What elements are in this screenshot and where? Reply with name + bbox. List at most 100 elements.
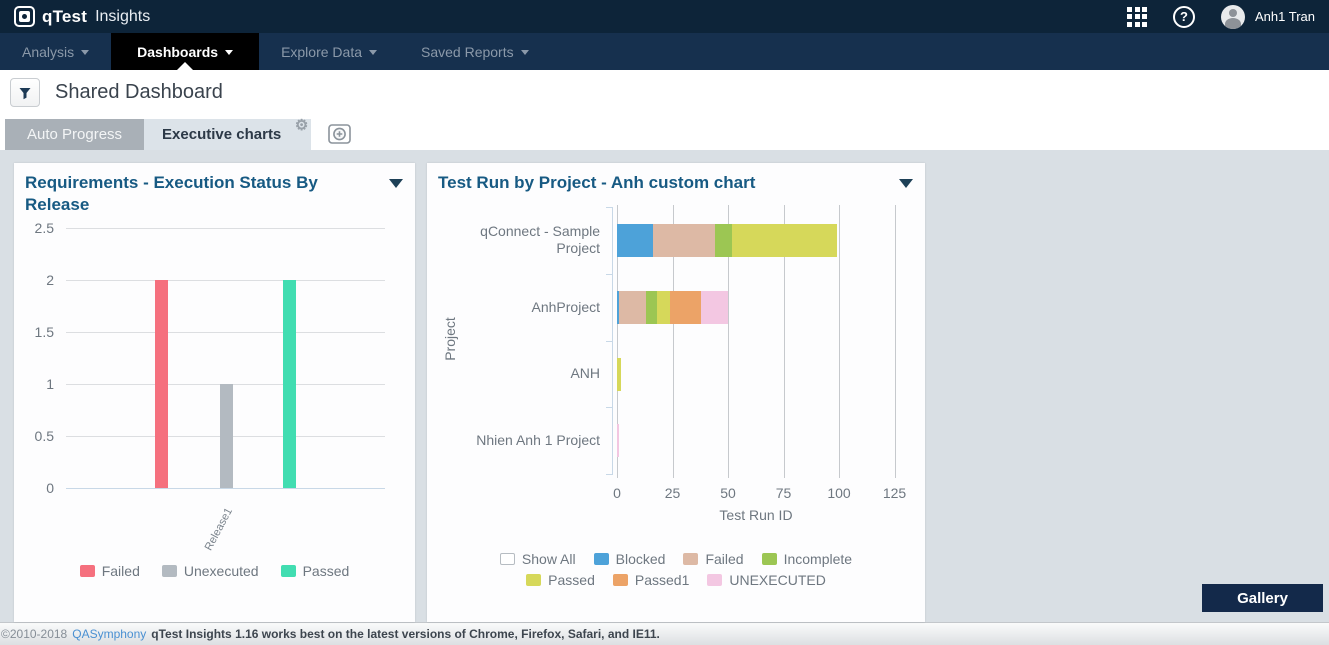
legend-swatch-icon	[707, 574, 722, 586]
user-menu[interactable]	[1221, 5, 1245, 29]
gridline	[66, 280, 385, 281]
y-tick-label: 0.5	[14, 428, 54, 444]
legend-item-passed[interactable]: Passed	[281, 563, 350, 579]
category-label: AnhProject	[435, 274, 600, 341]
x-tick-label: 125	[875, 485, 915, 501]
legend-label: UNEXECUTED	[729, 572, 825, 588]
gear-icon[interactable]: ⚙	[295, 116, 308, 134]
legend-item-unexecuted[interactable]: UNEXECUTED	[707, 572, 825, 588]
legend-label: Incomplete	[784, 551, 852, 567]
y-tick-label: 0	[14, 480, 54, 496]
legend-item-passed1[interactable]: Passed1	[613, 572, 689, 588]
y-tick-label: 1	[14, 376, 54, 392]
x-tick-label: 0	[597, 485, 637, 501]
copyright-text: ©2010-2018	[1, 627, 67, 641]
qasymphony-link[interactable]: QASymphony	[72, 627, 146, 641]
x-axis-title: Test Run ID	[617, 507, 895, 523]
qtest-logo-icon[interactable]	[14, 6, 35, 27]
bar-segment-unexecuted[interactable]	[617, 424, 619, 457]
gridline	[895, 205, 896, 478]
legend-swatch-icon	[762, 553, 777, 565]
legend-item-show-all[interactable]: Show All	[500, 551, 576, 567]
widget-menu-icon[interactable]	[389, 179, 403, 188]
axis-tick	[606, 407, 612, 408]
chevron-down-icon	[369, 50, 377, 55]
legend-label: Passed	[303, 563, 350, 579]
chevron-down-icon	[81, 50, 89, 55]
legend-item-incomplete[interactable]: Incomplete	[762, 551, 852, 567]
help-icon[interactable]: ?	[1173, 6, 1195, 28]
bar-segment-blocked[interactable]	[617, 224, 653, 257]
gridline	[66, 488, 385, 489]
tab-auto-progress[interactable]: Auto Progress	[5, 119, 144, 150]
dashboard-canvas: Requirements - Execution Status By Relea…	[0, 150, 1329, 622]
x-category-label: Release1	[203, 506, 235, 553]
x-tick-label: 25	[653, 485, 693, 501]
category-label: Nhien Anh 1 Project	[435, 407, 600, 474]
legend-label: Blocked	[616, 551, 666, 567]
legend-item-blocked[interactable]: Blocked	[594, 551, 666, 567]
bar-segment-failed[interactable]	[653, 224, 715, 257]
legend-item-failed[interactable]: Failed	[683, 551, 743, 567]
legend-item-unexecuted[interactable]: Unexecuted	[162, 563, 259, 579]
chevron-down-icon	[225, 50, 233, 55]
bar-segment-incomplete[interactable]	[646, 291, 657, 324]
x-tick-label: 75	[764, 485, 804, 501]
nav-item-explore-data[interactable]: Explore Data	[259, 33, 399, 70]
legend-item-failed[interactable]: Failed	[80, 563, 140, 579]
apps-grid-icon[interactable]	[1127, 7, 1147, 27]
y-tick-label: 1.5	[14, 324, 54, 340]
legend-item-passed[interactable]: Passed	[526, 572, 595, 588]
gallery-button[interactable]: Gallery	[1202, 584, 1323, 612]
legend-swatch-icon	[594, 553, 609, 565]
version-note: qTest Insights 1.16 works best on the la…	[151, 627, 660, 641]
nav-item-dashboards[interactable]: Dashboards	[111, 33, 259, 70]
category-label: qConnect - Sample Project	[435, 207, 600, 274]
y-axis-line	[612, 207, 613, 475]
legend-swatch-icon	[683, 553, 698, 565]
nav-item-saved-reports[interactable]: Saved Reports	[399, 33, 551, 70]
add-dashboard-icon[interactable]	[327, 122, 352, 145]
legend-label: Failed	[705, 551, 743, 567]
nav-item-analysis[interactable]: Analysis	[0, 33, 111, 70]
avatar	[1221, 5, 1245, 29]
product-name: Insights	[95, 8, 150, 26]
category-label: ANH	[435, 341, 600, 408]
bar-passed[interactable]	[283, 280, 296, 488]
y-tick-label: 2	[14, 272, 54, 288]
legend-swatch-icon	[80, 565, 95, 577]
chart-legend: Failed Unexecuted Passed	[14, 563, 415, 579]
bar-segment-passed[interactable]	[617, 358, 621, 391]
legend-label: Unexecuted	[184, 563, 259, 579]
axis-tick	[606, 474, 612, 475]
legend-label: Failed	[102, 563, 140, 579]
legend-swatch-icon	[526, 574, 541, 586]
gridline	[66, 332, 385, 333]
footer: ©2010-2018 QASymphony qTest Insights 1.1…	[0, 622, 1329, 645]
filter-button[interactable]	[10, 78, 40, 107]
bar-segment-passed[interactable]	[732, 224, 836, 257]
bar-segment-passed[interactable]	[657, 291, 670, 324]
legend-swatch-icon	[500, 553, 515, 565]
axis-tick	[606, 341, 612, 342]
widget-test-run-by-project: Test Run by Project - Anh custom chart 0…	[427, 163, 925, 622]
tab-executive-charts[interactable]: Executive charts ⚙	[144, 119, 311, 150]
y-axis-title: Project	[442, 289, 458, 389]
dashboard-tabs: Auto Progress Executive charts ⚙	[5, 119, 352, 150]
gridline	[839, 205, 840, 478]
bar-failed[interactable]	[155, 280, 168, 488]
bar-segment-passed1[interactable]	[670, 291, 701, 324]
legend-label: Passed1	[635, 572, 689, 588]
bar-unexecuted[interactable]	[220, 384, 233, 488]
widget-requirements-execution-status: Requirements - Execution Status By Relea…	[14, 163, 415, 622]
dashboard-header: Shared Dashboard Auto Progress Executive…	[0, 70, 1329, 150]
axis-tick	[606, 207, 612, 208]
chevron-down-icon	[521, 50, 529, 55]
gridline	[66, 228, 385, 229]
y-tick-label: 2.5	[14, 220, 54, 236]
bar-segment-unexecuted[interactable]	[701, 291, 728, 324]
funnel-icon	[18, 86, 32, 100]
bar-segment-incomplete[interactable]	[715, 224, 733, 257]
bar-segment-failed[interactable]	[619, 291, 646, 324]
axis-tick	[606, 274, 612, 275]
